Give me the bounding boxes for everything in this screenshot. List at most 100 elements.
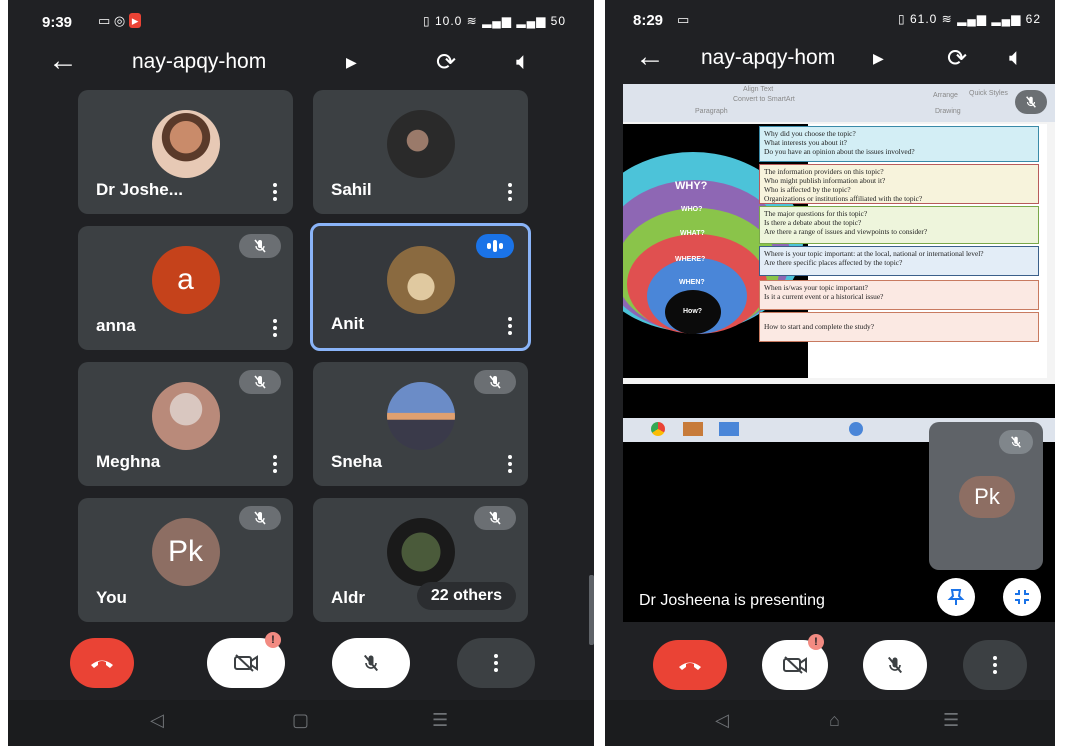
nav-back-icon[interactable]: ◁ [715,710,729,731]
slide-question-box: When is/was your topic important? Is it a… [759,280,1039,310]
back-arrow-icon[interactable]: ← [635,42,665,72]
notification-icon: ▭ [677,12,690,27]
circle-label: WHO? [681,206,703,213]
participant-tile-speaking[interactable]: Anit [310,223,531,351]
more-options-button[interactable] [457,638,535,688]
notification-icons: ▭ ◎ ▸ [98,13,142,29]
participant-name: Sneha [331,452,383,471]
others-count-button[interactable]: 22 others [416,582,516,610]
mic-off-icon [474,506,516,530]
meeting-info-caret-icon[interactable]: ▶ [873,50,884,67]
mic-off-icon [887,656,903,674]
more-options-icon[interactable] [507,182,513,202]
nav-recents-icon[interactable]: ☰ [943,710,959,731]
fullscreen-exit-button[interactable] [1003,578,1041,616]
ppt-ribbon: Align Text Convert to SmartArt Paragraph… [623,84,1055,122]
switch-camera-icon[interactable]: ⟳ [436,48,456,77]
nav-recents-icon[interactable]: ☰ [432,710,448,731]
participant-tile[interactable]: Meghna [78,362,293,486]
camera-off-icon [783,656,807,674]
speaker-icon[interactable]: 🔈︎ [516,48,530,76]
camera-toggle-button[interactable]: ! [762,634,828,690]
participant-avatar: Pk [151,518,220,586]
more-vert-icon [493,653,499,673]
slide-question-box: The major questions for this topic? Is t… [759,206,1039,244]
mic-off-icon [239,234,281,258]
participant-name: Anit [331,314,365,333]
more-options-icon[interactable] [272,318,278,338]
slide-question-box: The information providers on this topic?… [759,164,1039,204]
shared-screen: Align Text Convert to SmartArt Paragraph… [623,84,1055,384]
more-options-icon[interactable] [272,182,278,202]
slide-question-box: Why did you choose the topic? What inter… [759,126,1039,162]
status-time: 9:39 [42,14,73,31]
mic-off-icon [474,370,516,394]
participant-avatar [386,382,455,450]
mic-off-icon [363,654,379,672]
slide-question-box: How to start and complete the study? [759,312,1039,342]
slide: WHY? WHO? WHAT? WHERE? WHEN? How? Why di… [623,124,1047,378]
mic-toggle-button[interactable] [332,638,410,688]
more-options-button[interactable] [963,640,1027,690]
pin-icon [947,589,965,605]
back-arrow-icon[interactable]: ← [48,46,78,76]
participant-tile[interactable]: Dr Joshe... [78,90,293,214]
participant-tile[interactable]: Aldr 22 others [313,498,528,622]
participant-tile-self[interactable]: Pk You [78,498,293,622]
participant-tile[interactable]: Sneha [313,362,528,486]
participant-name: anna [96,316,136,335]
end-call-button[interactable] [70,638,134,688]
participant-avatar [386,110,455,178]
participant-avatar [151,382,220,450]
pin-button[interactable] [937,578,975,616]
circle-label: WHEN? [679,279,705,286]
mic-off-icon [239,370,281,394]
phone-hangup-icon [91,660,113,668]
more-options-icon[interactable] [507,454,513,474]
participant-tile[interactable]: a anna [78,226,293,350]
nav-back-icon[interactable]: ◁ [150,710,164,731]
slide-question-box: Where is your topic important: at the lo… [759,246,1039,276]
meet-grid-screen: 9:39 ▭ ◎ ▸ ▯ 10.0 ≋ ▂▄▆ ▂▄▆ 50 ← nay-apq… [8,0,594,746]
nav-home-icon[interactable]: ▢ [292,710,309,731]
participant-name: You [96,588,127,607]
end-call-button[interactable] [653,640,727,690]
meeting-header: ← nay-apqy-hom ▶ ⟳ 🔈︎ [605,40,1055,84]
ribbon-paragraph: Paragraph [695,108,728,115]
participant-tile[interactable]: Sahil [313,90,528,214]
meeting-info-caret-icon[interactable]: ▶ [346,54,357,71]
more-options-icon[interactable] [507,316,513,336]
self-avatar: Pk [959,476,1015,518]
participant-name: Meghna [96,452,161,471]
participant-name: Dr Joshe... [96,180,183,199]
ribbon-drawing: Drawing [935,108,961,115]
more-options-icon[interactable] [272,454,278,474]
status-bar: 9:39 ▭ ◎ ▸ ▯ 10.0 ≋ ▂▄▆ ▂▄▆ 50 [8,0,594,44]
meeting-code[interactable]: nay-apqy-hom [132,50,266,74]
participant-avatar: a [151,246,220,314]
presentation-view[interactable]: Align Text Convert to SmartArt Paragraph… [623,84,1055,622]
ribbon-smartart: Convert to SmartArt [733,96,795,103]
system-nav-bar: ◁ ⌂ ☰ [605,700,1055,746]
speaker-icon[interactable]: 🔈︎ [1009,44,1023,72]
more-vert-icon [992,655,998,675]
presenting-label: Dr Josheena is presenting [639,592,825,609]
participant-avatar [386,246,455,314]
meet-presentation-screen: 8:29 ▭ ▯ 61.0 ≋ ▂▄▆ ▂▄▆ 62 ← nay-apqy-ho… [605,0,1055,746]
camera-warning-badge: ! [808,634,824,650]
camera-toggle-button[interactable]: ! [207,632,285,688]
system-nav-bar: ◁ ▢ ☰ [8,700,594,746]
switch-camera-icon[interactable]: ⟳ [947,44,967,73]
scrollbar[interactable] [589,575,594,645]
speaking-indicator-icon [476,234,514,258]
meeting-code[interactable]: nay-apqy-hom [701,46,835,70]
participant-name: Sahil [331,180,372,199]
self-preview-tile[interactable]: Pk [929,422,1043,570]
nav-home-icon[interactable]: ⌂ [829,710,840,731]
circle-label: How? [683,308,703,315]
meeting-header: ← nay-apqy-hom ▶ ⟳ 🔈︎ [8,44,594,88]
mic-toggle-button[interactable] [863,640,927,690]
circle-label: WHERE? [675,256,706,263]
status-icons: ▯ 10.0 ≋ ▂▄▆ ▂▄▆ 50 [423,14,566,28]
mic-off-icon [239,506,281,530]
